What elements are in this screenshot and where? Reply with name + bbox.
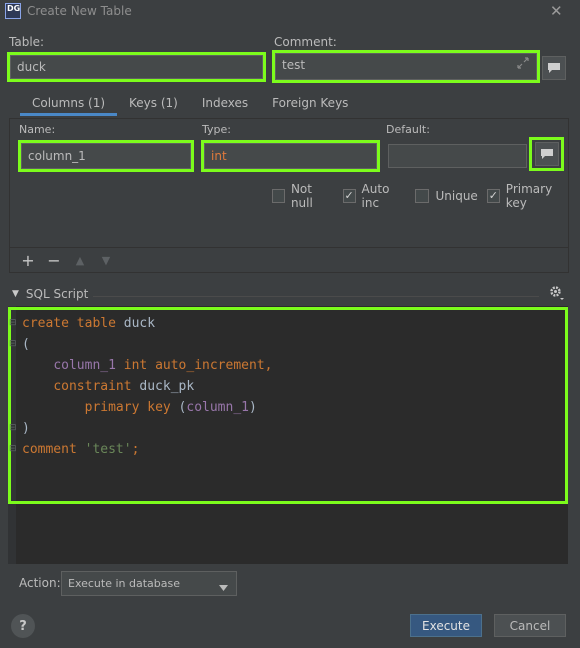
auto-inc-label: Auto inc bbox=[361, 182, 390, 210]
action-select[interactable]: Execute in database bbox=[61, 571, 237, 596]
collapse-arrow-icon: ▼ bbox=[12, 289, 19, 299]
sql-script-toggle[interactable]: ▼ SQL Script bbox=[12, 287, 88, 301]
fold-marker-icon[interactable]: ⊟ bbox=[9, 423, 17, 433]
column-name-label: Name: bbox=[19, 123, 56, 136]
not-null-label: Not null bbox=[290, 182, 313, 210]
tab-columns[interactable]: Columns (1) bbox=[20, 94, 118, 116]
code-token: comment bbox=[22, 442, 85, 457]
code-token: ; bbox=[131, 442, 140, 457]
column-tabs: Columns (1) Keys (1) Indexes Foreign Key… bbox=[20, 94, 360, 116]
table-name-highlight bbox=[7, 52, 266, 82]
code-token: column_1 bbox=[53, 358, 124, 373]
expand-icon[interactable] bbox=[517, 57, 529, 72]
column-default-label: Default: bbox=[386, 123, 430, 136]
checkbox-box bbox=[272, 189, 285, 203]
unique-label: Unique bbox=[435, 189, 478, 203]
code-token: ( bbox=[22, 337, 30, 352]
code-token: primary key bbox=[84, 400, 179, 415]
checkmark-icon: ✓ bbox=[342, 189, 356, 203]
not-null-checkbox[interactable]: Not null bbox=[272, 182, 334, 210]
code-line: column_1 int auto_increment, bbox=[22, 355, 272, 376]
window-title: Create New Table bbox=[27, 4, 132, 18]
column-comment-icon[interactable] bbox=[534, 142, 559, 166]
title-bar: DG Create New Table ✕ bbox=[0, 0, 580, 24]
column-default-input[interactable] bbox=[388, 144, 527, 168]
comment-label: Comment: bbox=[274, 35, 337, 49]
gear-icon[interactable] bbox=[548, 284, 564, 303]
code-line: ( bbox=[22, 334, 272, 355]
code-line: constraint duck_pk bbox=[22, 376, 272, 397]
move-down-icon[interactable]: ▼ bbox=[93, 254, 119, 267]
tab-foreign-keys[interactable]: Foreign Keys bbox=[260, 94, 360, 116]
fold-marker-icon[interactable]: ⊟ bbox=[9, 318, 17, 328]
column-name-input[interactable] bbox=[21, 143, 191, 169]
primary-key-checkbox[interactable]: ✓ Primary key bbox=[486, 182, 571, 210]
fold-marker-icon[interactable]: ⊟ bbox=[9, 444, 17, 454]
comment-input[interactable]: test bbox=[275, 53, 537, 80]
code-token: ) bbox=[22, 421, 30, 436]
code-line: primary key (column_1) bbox=[22, 397, 272, 418]
tab-keys[interactable]: Keys (1) bbox=[117, 94, 190, 116]
code-line: comment 'test'; bbox=[22, 439, 272, 460]
table-name-label: Table: bbox=[9, 35, 45, 49]
unique-checkbox[interactable]: Unique bbox=[415, 189, 478, 203]
close-icon[interactable]: ✕ bbox=[550, 2, 563, 20]
column-type-input[interactable] bbox=[204, 143, 377, 169]
cancel-button[interactable]: Cancel bbox=[494, 614, 566, 637]
code-token: 'test' bbox=[84, 442, 132, 457]
chevron-down-icon bbox=[219, 580, 228, 594]
action-label: Action: bbox=[19, 576, 61, 590]
column-comment-highlight bbox=[529, 137, 564, 171]
column-type-label: Type: bbox=[202, 123, 231, 136]
auto-inc-checkbox[interactable]: ✓ Auto inc bbox=[342, 182, 407, 210]
app-logo-icon: DG bbox=[5, 3, 21, 19]
remove-column-icon[interactable]: − bbox=[41, 251, 67, 270]
code-token: duck bbox=[123, 316, 156, 331]
tab-indexes[interactable]: Indexes bbox=[190, 94, 260, 116]
code-line: ) bbox=[22, 418, 272, 439]
column-flags: Not null ✓ Auto inc Unique ✓ Primary key bbox=[272, 182, 580, 210]
checkmark-icon: ✓ bbox=[486, 189, 500, 203]
help-button[interactable]: ? bbox=[11, 614, 35, 638]
code-token: constraint bbox=[53, 379, 140, 394]
code-token: duck_pk bbox=[139, 379, 195, 394]
code-token: create table bbox=[22, 316, 124, 331]
column-name-highlight bbox=[18, 140, 194, 172]
checkbox-box bbox=[415, 189, 430, 203]
primary-key-label: Primary key bbox=[505, 182, 553, 210]
sql-code: create table duck ( column_1 int auto_inc… bbox=[22, 313, 272, 460]
move-up-icon[interactable]: ▲ bbox=[67, 254, 93, 267]
column-toolbar: + − ▲ ▼ bbox=[10, 247, 568, 272]
code-token: ) bbox=[249, 400, 257, 415]
divider bbox=[93, 296, 539, 297]
table-name-input[interactable] bbox=[10, 55, 263, 79]
execute-button[interactable]: Execute bbox=[410, 614, 482, 637]
action-selected-value: Execute in database bbox=[68, 577, 181, 590]
sql-script-header: SQL Script bbox=[25, 287, 89, 301]
comment-value: test bbox=[282, 58, 306, 72]
add-column-icon[interactable]: + bbox=[15, 251, 41, 270]
comment-highlight: test bbox=[272, 50, 540, 83]
code-token: column_1 bbox=[186, 400, 249, 415]
fold-marker-icon[interactable]: ⊟ bbox=[9, 339, 17, 349]
comment-icon[interactable] bbox=[542, 56, 566, 80]
code-line: create table duck bbox=[22, 313, 272, 334]
column-type-highlight bbox=[201, 140, 380, 172]
code-token: int auto_increment, bbox=[123, 358, 273, 373]
